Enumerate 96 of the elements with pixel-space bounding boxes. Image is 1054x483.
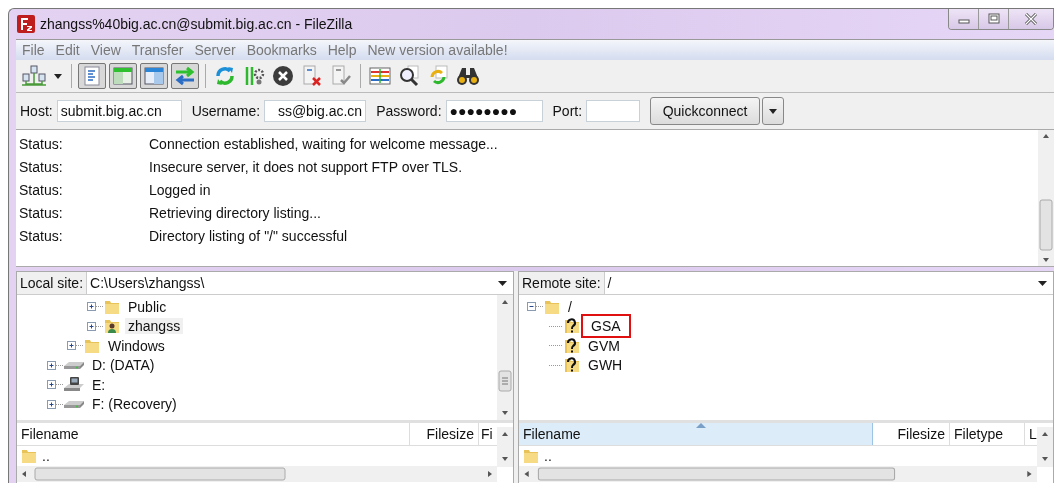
caret-icon (54, 73, 62, 79)
local-tree-toggle[interactable] (109, 63, 137, 89)
transfer-queue-toggle[interactable] (171, 63, 199, 89)
expand-icon[interactable] (47, 399, 63, 409)
tree-node[interactable]: D: (DATA) (89, 357, 158, 374)
log-message: Logged in (149, 181, 211, 198)
close-button[interactable] (1009, 9, 1053, 29)
tree-node[interactable]: F: (Recovery) (89, 396, 180, 413)
file-name[interactable]: .. (42, 448, 50, 464)
host-field[interactable]: submit.big.ac.cn (56, 100, 182, 122)
caret-icon (769, 108, 778, 114)
tree-node[interactable]: Windows (105, 337, 168, 354)
tree-node[interactable]: Public (125, 298, 170, 315)
port-field[interactable] (586, 100, 641, 122)
log-label: Status: (19, 204, 64, 221)
column-header[interactable]: L (1025, 423, 1037, 445)
folder-icon (20, 447, 38, 465)
host-label: Host: (20, 103, 53, 119)
unknown-folder-icon (563, 356, 581, 375)
log-label: Status: (19, 135, 64, 152)
path-field[interactable]: C:\Users\zhangss\ (87, 272, 513, 294)
site-label: Remote site: (519, 272, 605, 294)
log-label: Status: (19, 227, 64, 244)
user-folder-icon (103, 317, 121, 336)
log-message: Insecure server, it does not support FTP over TLS. (149, 158, 463, 175)
process-queue-icon[interactable] (243, 65, 265, 87)
quickconnect-button[interactable]: Quickconnect (650, 97, 761, 125)
scrollbar[interactable] (17, 466, 497, 482)
scrollbar[interactable] (1038, 130, 1054, 266)
log-message: Directory listing of "/" successful (149, 227, 348, 244)
sort-arrow-icon (695, 423, 706, 428)
window-title: zhangss%40big.ac.cn@submit.big.ac.cn - FileZilla (40, 16, 353, 32)
scrollbar[interactable] (497, 427, 513, 467)
menu-item[interactable]: New version available! (367, 42, 508, 58)
cancel-icon[interactable] (272, 65, 294, 87)
menu-item[interactable]: Edit (55, 42, 80, 58)
search-icon[interactable] (398, 65, 420, 87)
filter-icon[interactable] (369, 65, 391, 87)
log-label: Status: (19, 181, 64, 198)
expand-icon[interactable] (87, 321, 103, 331)
log-label: Status: (19, 158, 64, 175)
log-message: Retrieving directory listing... (149, 204, 321, 221)
tree-node[interactable]: zhangss (125, 318, 184, 335)
menu-item[interactable]: File (22, 42, 45, 58)
close-icon (1023, 13, 1039, 25)
drive-icon (63, 360, 85, 370)
password-field[interactable]: ●●●●●●●● (445, 100, 543, 122)
minimize-button[interactable] (949, 9, 979, 29)
unknown-folder-icon (563, 317, 581, 336)
reconnect-icon[interactable] (330, 65, 352, 87)
menu-item[interactable]: Help (327, 42, 357, 58)
site-label: Local site: (17, 272, 88, 294)
refresh-icon[interactable] (214, 65, 236, 87)
expand-icon[interactable] (87, 302, 103, 312)
column-header[interactable]: Filename (17, 423, 410, 445)
maximize-button[interactable] (979, 9, 1009, 29)
maximize-icon (986, 13, 1001, 25)
password-label: Password: (376, 103, 442, 119)
tree-node[interactable]: GVM (585, 337, 623, 354)
scrollbar[interactable] (497, 295, 513, 420)
username-label: Username: (191, 103, 261, 119)
dropdown-button[interactable] (762, 97, 785, 125)
log-message: Connection established, waiting for welcome message... (149, 135, 498, 152)
column-header[interactable]: Fi (479, 423, 497, 445)
column-header[interactable]: Filesize (410, 423, 479, 445)
file-name[interactable]: .. (544, 448, 552, 464)
path-field[interactable]: / (604, 272, 1053, 294)
expand-icon[interactable] (67, 341, 83, 351)
column-header[interactable]: Filesize (873, 423, 950, 445)
username-field[interactable]: ss@big.ac.cn (264, 100, 367, 122)
disconnect-icon[interactable] (301, 65, 323, 87)
unknown-folder-icon (563, 336, 581, 355)
network-drive-icon (63, 375, 85, 394)
scrollbar[interactable] (519, 466, 1037, 482)
column-header[interactable]: Filetype (950, 423, 1025, 445)
scrollbar[interactable] (1037, 427, 1053, 467)
message-log-toggle[interactable] (78, 63, 106, 89)
caret-icon (498, 280, 507, 286)
caret-icon (1038, 280, 1047, 286)
folder-icon (522, 447, 540, 465)
drive-icon (63, 399, 85, 409)
port-label: Port: (552, 103, 583, 119)
tree-node[interactable]: / (565, 298, 575, 315)
menu-item[interactable]: Bookmarks (246, 42, 317, 58)
remote-tree-toggle[interactable] (140, 63, 168, 89)
column-header[interactable]: Filename (519, 423, 873, 445)
tree-node[interactable]: E: (89, 376, 109, 393)
expand-icon[interactable] (47, 360, 63, 370)
menu-item[interactable]: Transfer (131, 42, 184, 58)
app-logo-icon (17, 15, 35, 33)
expand-icon[interactable] (47, 380, 63, 390)
menu-item[interactable]: Server (194, 42, 236, 58)
collapse-icon[interactable] (527, 302, 543, 312)
binoculars-icon[interactable] (456, 65, 480, 87)
menu-item[interactable]: View (90, 42, 121, 58)
tree-node[interactable]: GWH (585, 357, 626, 374)
